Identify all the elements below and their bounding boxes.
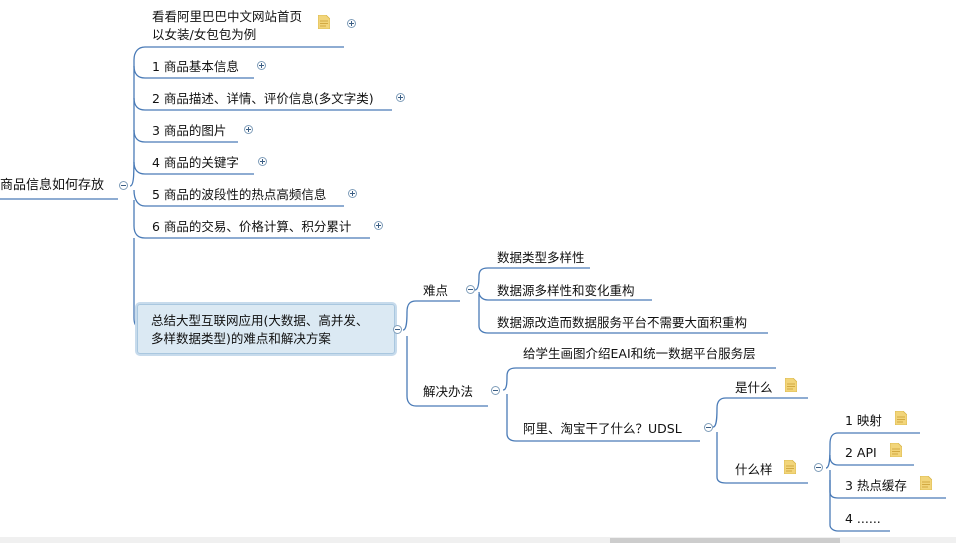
topic-udsl[interactable]: 阿里、淘宝干了什么？UDSL	[523, 420, 682, 437]
collapse-toggle-icon[interactable]	[814, 463, 823, 472]
topic-difficulty[interactable]: 难点	[423, 282, 448, 299]
topic-how-item[interactable]: 1 映射	[845, 412, 882, 429]
collapse-toggle-icon[interactable]	[466, 285, 475, 294]
topic-keywords[interactable]: 4 商品的关键字	[152, 154, 239, 171]
expand-toggle-icon[interactable]	[257, 61, 266, 70]
topic-difficulty-item[interactable]: 数据类型多样性	[497, 249, 585, 266]
collapse-toggle-icon[interactable]	[119, 181, 128, 190]
note-icon[interactable]	[318, 15, 330, 29]
topic-hot-info[interactable]: 5 商品的波段性的热点高频信息	[152, 186, 326, 203]
note-icon[interactable]	[784, 460, 796, 474]
topic-how-item[interactable]: 2 API	[845, 444, 877, 461]
topic-how-item[interactable]: 3 热点缓存	[845, 477, 907, 494]
note-icon[interactable]	[785, 378, 797, 392]
expand-toggle-icon[interactable]	[348, 189, 357, 198]
horizontal-scrollbar[interactable]	[0, 537, 956, 543]
topic-summary: 总结大型互联网应用(大数据、高并发、 多样数据类型)的难点和解决方案	[151, 312, 368, 348]
expand-toggle-icon[interactable]	[396, 93, 405, 102]
topic-summary-selected[interactable]: 总结大型互联网应用(大数据、高并发、 多样数据类型)的难点和解决方案	[137, 304, 395, 354]
note-icon[interactable]	[890, 443, 902, 457]
topic-summary-line1: 总结大型互联网应用(大数据、高并发、	[151, 313, 369, 328]
topic-summary-line2: 多样数据类型)的难点和解决方案	[151, 331, 331, 346]
expand-toggle-icon[interactable]	[374, 221, 383, 230]
expand-toggle-icon[interactable]	[347, 19, 356, 28]
topic-what[interactable]: 是什么	[735, 379, 773, 396]
note-icon[interactable]	[895, 411, 907, 425]
collapse-toggle-icon[interactable]	[491, 386, 500, 395]
collapse-toggle-icon[interactable]	[704, 423, 713, 432]
expand-toggle-icon[interactable]	[258, 157, 267, 166]
topic-how[interactable]: 什么样	[735, 461, 773, 478]
scrollbar-thumb[interactable]	[610, 538, 840, 543]
topic-eai[interactable]: 给学生画图介绍EAI和统一数据平台服务层	[523, 345, 756, 362]
connector-lines	[0, 46, 946, 532]
topic-homepage[interactable]: 看看阿里巴巴中文网站首页 以女装/女包包为例	[152, 8, 302, 44]
root-topic[interactable]: 商品信息如何存放	[0, 177, 104, 194]
topic-difficulty-item[interactable]: 数据源改造而数据服务平台不需要大面积重构	[497, 314, 747, 331]
topic-transaction[interactable]: 6 商品的交易、价格计算、积分累计	[152, 218, 351, 235]
topic-solution[interactable]: 解决办法	[423, 383, 473, 400]
topic-how-item[interactable]: 4 ......	[845, 510, 881, 527]
note-icon[interactable]	[920, 476, 932, 490]
topic-homepage-line1: 看看阿里巴巴中文网站首页	[152, 9, 303, 24]
expand-toggle-icon[interactable]	[244, 125, 253, 134]
topic-basic-info[interactable]: 1 商品基本信息	[152, 58, 239, 75]
topic-difficulty-item[interactable]: 数据源多样性和变化重构	[497, 282, 635, 299]
topic-homepage-line2: 以女装/女包包为例	[152, 27, 257, 42]
topic-description[interactable]: 2 商品描述、详情、评价信息(多文字类)	[152, 90, 374, 107]
topic-images[interactable]: 3 商品的图片	[152, 122, 226, 139]
collapse-toggle-icon[interactable]	[393, 325, 402, 334]
